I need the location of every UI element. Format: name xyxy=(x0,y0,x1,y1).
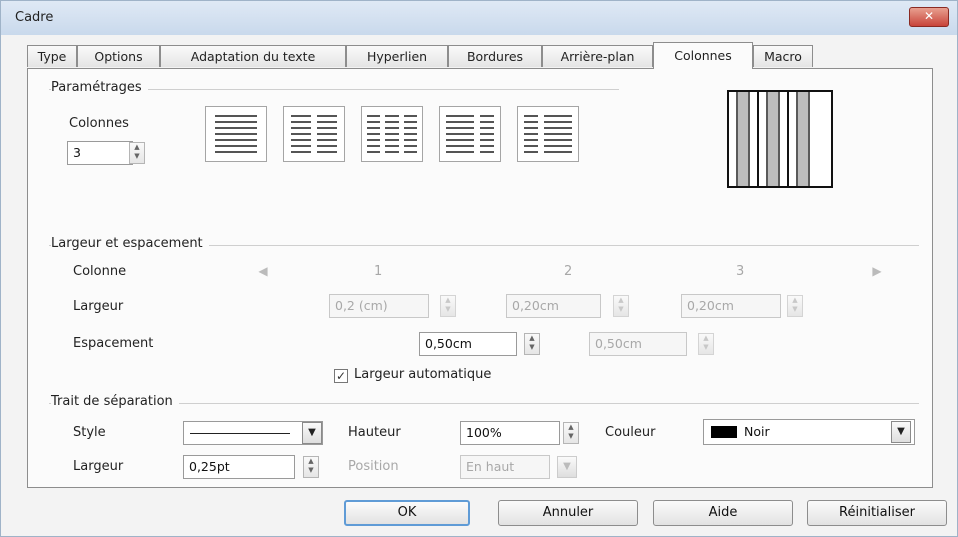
column-2-width-spinner[interactable]: ▲ ▼ xyxy=(613,295,629,317)
arrow-left-icon: ◀ xyxy=(258,264,268,278)
columns-count-field[interactable]: 3 xyxy=(67,141,133,165)
cancel-button[interactable]: Annuler xyxy=(498,500,638,526)
line-style-label: Style xyxy=(73,425,106,440)
columns-label: Colonnes xyxy=(69,116,129,131)
color-label: Couleur xyxy=(605,425,656,440)
checkmark-icon: ✓ xyxy=(335,369,347,383)
close-icon: ✕ xyxy=(923,9,935,23)
spacing-2-field[interactable]: 0,50cm xyxy=(589,332,687,356)
column-number-3: 3 xyxy=(736,264,745,279)
separator-section-title: Trait de séparation xyxy=(51,394,179,409)
chevron-down-icon: ▼ xyxy=(563,461,571,472)
left-wide-column-icon xyxy=(446,115,494,153)
tab-columns[interactable]: Colonnes xyxy=(653,42,753,69)
column-2-width-value: 0,20cm xyxy=(512,298,559,313)
width-label: Largeur xyxy=(73,299,124,314)
two-columns-icon xyxy=(291,115,337,153)
tab-options[interactable]: Options xyxy=(77,45,160,67)
color-dropdown-button[interactable]: ▼ xyxy=(891,421,911,443)
reset-button[interactable]: Réinitialiser xyxy=(807,500,947,526)
column-next-button[interactable]: ▶ xyxy=(867,263,887,279)
line-width-spinner[interactable]: ▲ ▼ xyxy=(303,456,319,478)
column-3-width-field[interactable]: 0,20cm xyxy=(681,294,781,318)
line-style-sample xyxy=(190,433,290,434)
line-width-field[interactable]: 0,25pt xyxy=(183,455,295,479)
columns-count-value: 3 xyxy=(73,145,81,160)
height-field[interactable]: 100% xyxy=(460,421,560,445)
height-label: Hauteur xyxy=(348,425,401,440)
auto-width-checkbox[interactable]: ✓ xyxy=(334,369,348,383)
tab-macro[interactable]: Macro xyxy=(753,45,813,67)
column-label: Colonne xyxy=(73,264,127,279)
chevron-down-icon: ▼ xyxy=(308,427,316,438)
spacing-1-value: 0,50cm xyxy=(425,336,472,351)
position-dropdown-button[interactable]: ▼ xyxy=(557,456,577,478)
line-width-label: Largeur xyxy=(73,459,124,474)
auto-width-label: Largeur automatique xyxy=(354,367,492,382)
settings-section-title: Paramétrages xyxy=(51,80,148,95)
column-number-2: 2 xyxy=(564,264,573,279)
spacing-1-spinner[interactable]: ▲ ▼ xyxy=(524,333,540,355)
tab-hyperlink[interactable]: Hyperlien xyxy=(346,45,448,67)
preset-one-column[interactable] xyxy=(205,106,267,162)
line-style-dropdown-button[interactable]: ▼ xyxy=(302,422,322,444)
dialog-title: Cadre xyxy=(15,10,54,25)
position-label: Position xyxy=(348,459,399,474)
color-value: Noir xyxy=(744,424,770,439)
preset-right-wide[interactable] xyxy=(517,106,579,162)
preset-left-wide[interactable] xyxy=(439,106,501,162)
chevron-down-icon: ▼ xyxy=(897,426,905,437)
one-column-icon xyxy=(215,115,257,153)
column-3-width-spinner[interactable]: ▲ ▼ xyxy=(787,295,803,317)
tab-background[interactable]: Arrière-plan xyxy=(542,45,653,67)
spacing-2-spinner[interactable]: ▲ ▼ xyxy=(698,333,714,355)
ok-button[interactable]: OK xyxy=(344,500,470,526)
frame-dialog: Cadre ✕ Type Options Adaptation du texte… xyxy=(0,0,958,537)
height-value: 100% xyxy=(466,425,502,440)
separator-rule xyxy=(49,403,919,404)
width-spacing-section-title: Largeur et espacement xyxy=(51,236,209,251)
column-prev-button[interactable]: ◀ xyxy=(253,263,273,279)
position-dropdown[interactable]: En haut xyxy=(460,455,550,479)
position-value: En haut xyxy=(466,459,515,474)
column-2-width-field[interactable]: 0,20cm xyxy=(506,294,601,318)
right-wide-column-icon xyxy=(524,115,572,153)
spacing-label: Espacement xyxy=(73,336,154,351)
column-3-width-value: 0,20cm xyxy=(687,298,734,313)
preset-two-columns[interactable] xyxy=(283,106,345,162)
columns-count-spinner[interactable]: ▲ ▼ xyxy=(129,142,145,164)
arrow-right-icon: ▶ xyxy=(872,264,882,278)
color-swatch xyxy=(711,426,737,438)
columns-preview-image xyxy=(729,92,831,186)
column-number-1: 1 xyxy=(374,264,383,279)
preset-three-columns[interactable] xyxy=(361,106,423,162)
spacing-1-field[interactable]: 0,50cm xyxy=(419,332,517,356)
line-width-value: 0,25pt xyxy=(189,459,230,474)
column-1-width-spinner[interactable]: ▲ ▼ xyxy=(440,295,456,317)
columns-preview xyxy=(727,90,833,188)
tab-borders[interactable]: Bordures xyxy=(448,45,542,67)
close-button[interactable]: ✕ xyxy=(909,7,949,27)
column-1-width-value: 0,2 (cm) xyxy=(335,298,388,313)
height-spinner[interactable]: ▲ ▼ xyxy=(563,422,579,444)
tab-type[interactable]: Type xyxy=(27,45,77,67)
help-button[interactable]: Aide xyxy=(653,500,793,526)
column-1-width-field[interactable]: 0,2 (cm) xyxy=(329,294,429,318)
spacing-2-value: 0,50cm xyxy=(595,336,642,351)
tab-text-wrap[interactable]: Adaptation du texte xyxy=(160,45,346,67)
title-bar: Cadre ✕ xyxy=(1,1,957,35)
three-columns-icon xyxy=(367,115,417,153)
